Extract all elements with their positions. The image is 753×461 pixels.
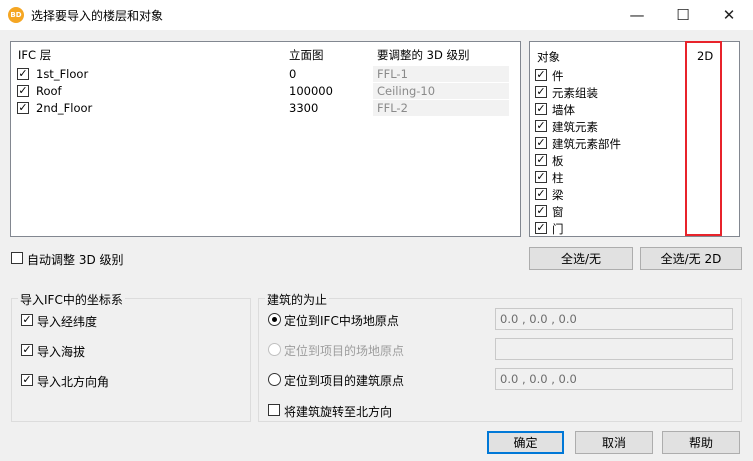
level-elevation: 100000 bbox=[289, 84, 333, 98]
auto-adjust-checkbox[interactable] bbox=[11, 252, 23, 264]
object-checkbox[interactable]: ✓ bbox=[535, 222, 547, 234]
auto-adjust-label: 自动调整 3D 级别 bbox=[27, 253, 124, 267]
site-origin-ifc-radio[interactable] bbox=[268, 313, 281, 326]
rotate-north-checkbox[interactable] bbox=[268, 404, 280, 416]
level-name: 1st_Floor bbox=[36, 67, 89, 81]
table-row[interactable]: ✓ Roof 100000 Ceiling-10 bbox=[11, 83, 520, 100]
object-checkbox[interactable]: ✓ bbox=[535, 120, 547, 132]
level-checkbox[interactable]: ✓ bbox=[17, 102, 29, 114]
import-altitude-label: 导入海拔 bbox=[37, 345, 86, 359]
levels-table: IFC 层 立面图 要调整的 3D 级别 ✓ 1st_Floor 0 FFL-1… bbox=[10, 41, 521, 237]
check-mark-icon: ✓ bbox=[18, 67, 28, 80]
object-checkbox[interactable]: ✓ bbox=[535, 171, 547, 183]
check-mark-icon: ✓ bbox=[536, 102, 546, 115]
level-3d-select[interactable]: Ceiling-10 bbox=[377, 84, 435, 98]
object-label: 元素组装 bbox=[552, 86, 598, 100]
app-logo-icon: BD bbox=[8, 7, 24, 23]
site-origin-ifc-label: 定位到IFC中场地原点 bbox=[284, 314, 399, 328]
level-name: Roof bbox=[36, 84, 62, 98]
levels-table-header: IFC 层 立面图 要调整的 3D 级别 bbox=[11, 46, 520, 63]
project-site-origin-radio[interactable] bbox=[268, 343, 281, 356]
object-label: 建筑元素 bbox=[552, 120, 598, 134]
level-3d-select[interactable]: FFL-1 bbox=[377, 67, 408, 81]
check-mark-icon: ✓ bbox=[18, 84, 28, 97]
ok-button[interactable]: 确定 bbox=[487, 431, 564, 454]
header-ifc-level[interactable]: IFC 层 bbox=[18, 47, 51, 63]
check-mark-icon: ✓ bbox=[536, 187, 546, 200]
cancel-button[interactable]: 取消 bbox=[575, 431, 653, 454]
object-checkbox[interactable]: ✓ bbox=[535, 137, 547, 149]
object-label: 柱 bbox=[552, 171, 564, 185]
object-label: 建筑元素部件 bbox=[552, 137, 621, 151]
object-label: 件 bbox=[552, 69, 564, 83]
header-object[interactable]: 对象 bbox=[537, 49, 560, 65]
help-button[interactable]: 帮助 bbox=[662, 431, 740, 454]
import-north-checkbox[interactable]: ✓ bbox=[21, 374, 33, 386]
table-row[interactable]: ✓ 1st_Floor 0 FFL-1 bbox=[11, 66, 520, 83]
check-mark-icon: ✓ bbox=[536, 136, 546, 149]
header-3d-level[interactable]: 要调整的 3D 级别 bbox=[377, 47, 469, 63]
level-name: 2nd_Floor bbox=[36, 101, 93, 115]
object-label: 墙体 bbox=[552, 103, 575, 117]
coordinate-group-title: 导入IFC中的坐标系 bbox=[18, 291, 125, 308]
building-group-title: 建筑的为止 bbox=[265, 291, 330, 308]
highlight-box-2d-column bbox=[685, 41, 722, 236]
object-checkbox[interactable]: ✓ bbox=[535, 69, 547, 81]
select-all-button[interactable]: 全选/无 bbox=[529, 247, 633, 270]
object-checkbox[interactable]: ✓ bbox=[535, 103, 547, 115]
object-label: 板 bbox=[552, 154, 564, 168]
level-elevation: 0 bbox=[289, 67, 297, 81]
object-checkbox[interactable]: ✓ bbox=[535, 205, 547, 217]
minimize-button[interactable]: — bbox=[614, 0, 660, 30]
window-title: 选择要导入的楼层和对象 bbox=[31, 9, 164, 23]
header-elevation[interactable]: 立面图 bbox=[289, 47, 324, 63]
level-3d-select[interactable]: FFL-2 bbox=[377, 101, 408, 115]
check-mark-icon: ✓ bbox=[536, 119, 546, 132]
level-checkbox[interactable]: ✓ bbox=[17, 85, 29, 97]
check-mark-icon: ✓ bbox=[536, 221, 546, 234]
object-label: 窗 bbox=[552, 205, 564, 219]
import-latlong-label: 导入经纬度 bbox=[37, 315, 98, 329]
level-checkbox[interactable]: ✓ bbox=[17, 68, 29, 80]
object-label: 梁 bbox=[552, 188, 564, 202]
table-row[interactable]: ✓ 2nd_Floor 3300 FFL-2 bbox=[11, 100, 520, 117]
title-bar: BD 选择要导入的楼层和对象 — ☐ ✕ bbox=[0, 0, 753, 30]
import-altitude-checkbox[interactable]: ✓ bbox=[21, 344, 33, 356]
import-north-label: 导入北方向角 bbox=[37, 375, 110, 389]
site-origin-ifc-field[interactable]: 0.0 , 0.0 , 0.0 bbox=[495, 308, 733, 330]
check-mark-icon: ✓ bbox=[22, 313, 32, 326]
project-building-origin-radio[interactable] bbox=[268, 373, 281, 386]
project-site-origin-field[interactable] bbox=[495, 338, 733, 360]
check-mark-icon: ✓ bbox=[22, 373, 32, 386]
level-elevation: 3300 bbox=[289, 101, 319, 115]
object-checkbox[interactable]: ✓ bbox=[535, 188, 547, 200]
import-latlong-checkbox[interactable]: ✓ bbox=[21, 314, 33, 326]
project-building-origin-label: 定位到项目的建筑原点 bbox=[284, 374, 405, 388]
project-site-origin-label: 定位到项目的场地原点 bbox=[284, 344, 405, 358]
close-button[interactable]: ✕ bbox=[706, 0, 752, 30]
check-mark-icon: ✓ bbox=[18, 101, 28, 114]
maximize-button[interactable]: ☐ bbox=[660, 0, 706, 30]
check-mark-icon: ✓ bbox=[536, 204, 546, 217]
select-all-2d-button[interactable]: 全选/无 2D bbox=[640, 247, 742, 270]
object-checkbox[interactable]: ✓ bbox=[535, 86, 547, 98]
check-mark-icon: ✓ bbox=[536, 85, 546, 98]
check-mark-icon: ✓ bbox=[22, 343, 32, 356]
rotate-north-label: 将建筑旋转至北方向 bbox=[284, 405, 393, 419]
check-mark-icon: ✓ bbox=[536, 68, 546, 81]
object-label: 门 bbox=[552, 222, 564, 236]
check-mark-icon: ✓ bbox=[536, 170, 546, 183]
object-checkbox[interactable]: ✓ bbox=[535, 154, 547, 166]
check-mark-icon: ✓ bbox=[536, 153, 546, 166]
project-building-origin-field[interactable]: 0.0 , 0.0 , 0.0 bbox=[495, 368, 733, 390]
